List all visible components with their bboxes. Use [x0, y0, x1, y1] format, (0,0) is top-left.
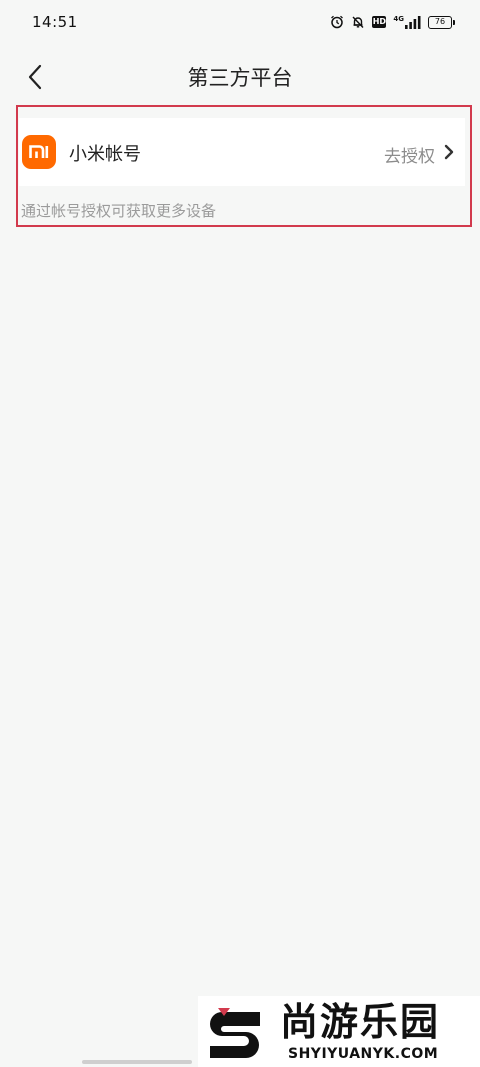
watermark-logo: 尚游乐园 SHYIYUANYK.COM: [198, 996, 480, 1067]
header: 第三方平台: [0, 52, 480, 102]
s-logo-icon: [210, 1008, 260, 1058]
page-title: 第三方平台: [187, 66, 293, 90]
network-type: 4G: [393, 14, 404, 23]
home-indicator[interactable]: [82, 1060, 192, 1064]
signal-icon: 4G: [393, 14, 421, 29]
watermark-chinese: 尚游乐园: [280, 1000, 441, 1044]
alarm-icon: [330, 15, 344, 29]
hd-icon: HD: [372, 16, 387, 28]
xiaomi-account-row[interactable]: 小米帐号 去授权: [19, 118, 465, 186]
status-time: 14:51: [32, 13, 78, 31]
account-label: 小米帐号: [69, 144, 141, 165]
third-party-platform-screen: 14:51 HD 4G 76 第三方平台 小米帐号 去授权 通过帐号授权可获取更…: [0, 0, 480, 1067]
xiaomi-logo: [22, 135, 56, 169]
watermark-english: SHYIYUANYK.COM: [288, 1046, 439, 1062]
authorization-hint: 通过帐号授权可获取更多设备: [21, 202, 217, 220]
authorize-link[interactable]: 去授权: [384, 142, 435, 167]
mute-bell-icon: [351, 15, 365, 29]
status-icons: HD 4G 76: [330, 14, 455, 29]
battery-icon: 76: [428, 15, 455, 29]
status-bar: 14:51 HD 4G 76: [0, 0, 480, 44]
chevron-right-icon: [444, 144, 454, 160]
